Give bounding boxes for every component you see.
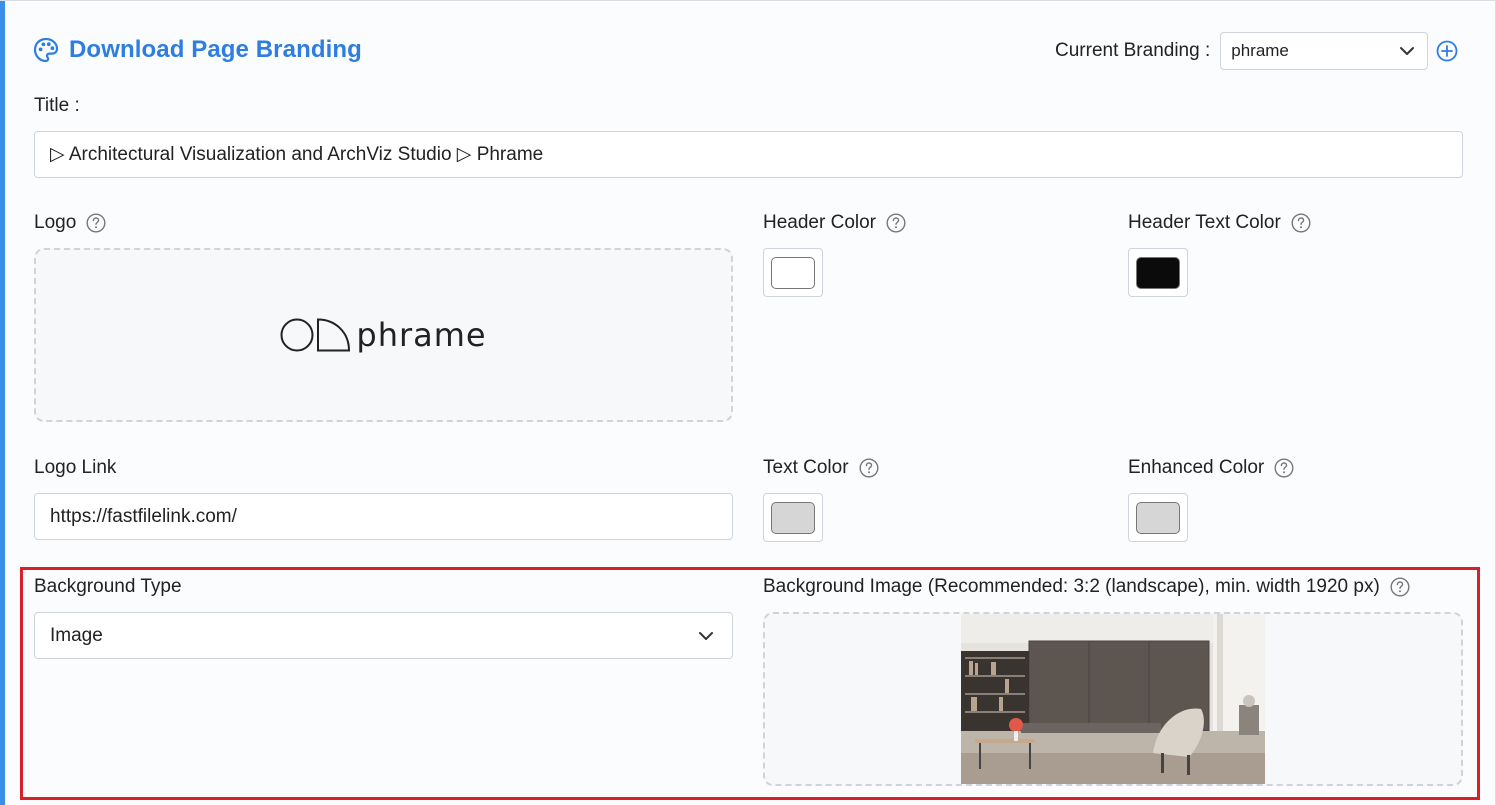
logo-label-text: Logo <box>34 212 77 233</box>
current-branding-select[interactable]: phrame <box>1220 32 1429 70</box>
header-color-picker[interactable] <box>763 248 823 297</box>
text-color-label-text: Text Color <box>763 457 849 478</box>
help-icon[interactable] <box>886 213 906 233</box>
header-color-swatch <box>771 256 815 289</box>
palette-icon <box>33 37 59 63</box>
help-icon[interactable] <box>859 458 879 478</box>
logo-link-input[interactable]: https://fastfilelink.com/ <box>34 493 733 540</box>
title-input-value: ▷ Architectural Visualization and ArchVi… <box>50 144 544 165</box>
header-text-color-swatch <box>1136 256 1180 289</box>
title-label-text: Title : <box>34 95 80 116</box>
current-branding-label: Current Branding : <box>1055 40 1211 61</box>
current-branding-value: phrame <box>1231 41 1289 60</box>
logo-mark <box>280 318 351 352</box>
text-color-picker[interactable] <box>763 493 823 542</box>
enhanced-color-swatch <box>1136 501 1180 534</box>
title-input[interactable]: ▷ Architectural Visualization and ArchVi… <box>34 131 1463 178</box>
header-text-color-label: Header Text Color <box>1128 212 1311 234</box>
current-branding-group: Current Branding : phrame <box>1055 32 1458 70</box>
title-label: Title : <box>34 95 80 117</box>
add-branding-icon[interactable] <box>1436 40 1458 62</box>
enhanced-color-label: Enhanced Color <box>1128 457 1294 479</box>
header-color-label-text: Header Color <box>763 212 876 233</box>
text-color-swatch <box>771 501 815 534</box>
logo-image: phrame <box>280 315 486 355</box>
enhanced-color-picker[interactable] <box>1128 493 1188 542</box>
help-icon[interactable] <box>1291 213 1311 233</box>
header-text-color-label-text: Header Text Color <box>1128 212 1281 233</box>
top-border <box>0 0 1496 1</box>
logo-link-value: https://fastfilelink.com/ <box>50 505 237 527</box>
help-icon[interactable] <box>86 213 106 233</box>
left-accent-bar <box>0 0 5 805</box>
page-title: Download Page Branding <box>69 36 362 63</box>
highlight-frame <box>20 567 1480 800</box>
header-color-label: Header Color <box>763 212 906 234</box>
logo-dropzone[interactable]: phrame <box>34 248 733 422</box>
logo-wordmark: phrame <box>356 316 487 354</box>
text-color-label: Text Color <box>763 457 879 479</box>
logo-label: Logo <box>34 212 106 234</box>
page-header: Download Page Branding <box>33 36 362 64</box>
help-icon[interactable] <box>1274 458 1294 478</box>
logo-link-label-text: Logo Link <box>34 457 117 478</box>
enhanced-color-label-text: Enhanced Color <box>1128 457 1265 478</box>
header-text-color-picker[interactable] <box>1128 248 1188 297</box>
logo-link-label: Logo Link <box>34 457 116 479</box>
chevron-down-icon <box>1399 46 1415 56</box>
